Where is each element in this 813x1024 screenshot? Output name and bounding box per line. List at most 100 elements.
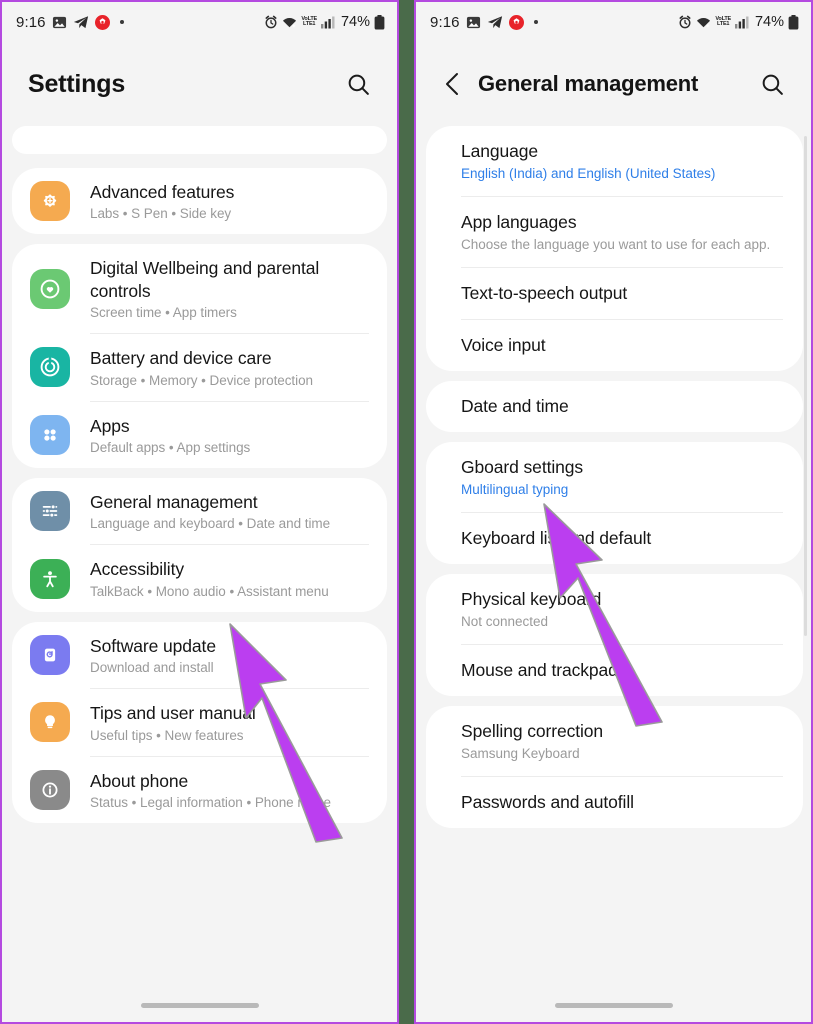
row-subtitle: Download and install bbox=[90, 660, 214, 676]
notification-dot bbox=[119, 20, 124, 24]
row-subtitle: Language and keyboard • Date and time bbox=[90, 516, 331, 532]
row-title: Tips and user manual bbox=[90, 703, 256, 724]
row-title: About phone bbox=[90, 770, 189, 791]
row-title: Passwords and autofill bbox=[461, 792, 634, 812]
status-bar-left-icons: 9:16 bbox=[16, 14, 124, 31]
row-title: Voice input bbox=[461, 335, 546, 355]
row-subtitle: Screen time • App timers bbox=[90, 305, 237, 321]
left-phone-screen: 9:16 VoLTE LTE1 74% Settings Advanced fe… bbox=[0, 0, 399, 1024]
search-icon[interactable] bbox=[341, 67, 375, 101]
right-phone-screen: 9:16 VoLTE LTE1 74% General management L… bbox=[414, 0, 813, 1024]
row-subtitle: Status • Legal information • Phone name bbox=[90, 794, 331, 810]
settings-row-accessibility[interactable]: Accessibility TalkBack • Mono audio • As… bbox=[12, 545, 387, 611]
settings-row-battery-device-care[interactable]: Battery and device care Storage • Memory… bbox=[12, 334, 387, 400]
partial-card-top bbox=[12, 126, 387, 154]
signal-icon bbox=[320, 16, 335, 29]
gm-row-voice-input[interactable]: Voice input bbox=[426, 320, 803, 371]
page-title: General management bbox=[478, 71, 699, 96]
status-bar-right-icons: VoLTE LTE1 74% bbox=[678, 14, 799, 30]
battery-percent: 74% bbox=[340, 14, 370, 30]
row-title: Apps bbox=[90, 415, 130, 436]
left-header: Settings bbox=[2, 42, 397, 126]
row-title: Gboard settings bbox=[461, 457, 584, 477]
volte-icon: VoLTE LTE1 bbox=[715, 16, 731, 28]
software-update-icon bbox=[30, 634, 70, 675]
accessibility-icon bbox=[30, 558, 70, 599]
status-bar-left: 9:16 VoLTE LTE1 74% bbox=[2, 2, 397, 42]
row-subtitle: Default apps • App settings bbox=[90, 439, 251, 455]
row-subtitle: Choose the language you want to use for … bbox=[461, 237, 771, 252]
gm-card-datetime: Date and time bbox=[426, 381, 803, 432]
battery-icon bbox=[374, 14, 385, 30]
battery-icon bbox=[788, 14, 799, 30]
row-subtitle: Storage • Memory • Device protection bbox=[90, 372, 313, 388]
gm-row-spelling-correction[interactable]: Spelling correction Samsung Keyboard bbox=[426, 706, 803, 776]
settings-row-about-phone[interactable]: About phone Status • Legal information •… bbox=[12, 757, 387, 823]
signal-icon bbox=[734, 16, 749, 29]
home-indicator-left[interactable] bbox=[140, 1003, 259, 1008]
gm-row-app-languages[interactable]: App languages Choose the language you wa… bbox=[426, 197, 803, 267]
status-time: 9:16 bbox=[16, 13, 46, 31]
row-title: Mouse and trackpad bbox=[461, 660, 618, 680]
alarm-icon bbox=[264, 15, 278, 29]
row-title: Advanced features bbox=[90, 182, 235, 202]
gm-card-spelling: Spelling correction Samsung Keyboard Pas… bbox=[426, 706, 803, 828]
info-icon bbox=[30, 769, 70, 810]
row-title: Physical keyboard bbox=[461, 589, 602, 609]
row-title: Accessibility bbox=[90, 559, 185, 580]
row-title: General management bbox=[90, 491, 258, 512]
gallery-icon bbox=[466, 15, 481, 30]
notification-dot bbox=[533, 20, 538, 24]
settings-row-digital-wellbeing[interactable]: Digital Wellbeing and parental controls … bbox=[12, 244, 387, 333]
apps-grid-icon bbox=[30, 414, 70, 455]
volte-icon: VoLTE LTE1 bbox=[301, 16, 317, 28]
back-arrow-icon[interactable] bbox=[438, 71, 468, 97]
gm-row-gboard-settings[interactable]: Gboard settings Multilingual typing bbox=[426, 442, 803, 512]
status-bar-right: 9:16 VoLTE LTE1 74% bbox=[416, 2, 811, 42]
row-subtitle: English (India) and English (United Stat… bbox=[461, 166, 716, 181]
row-title: Digital Wellbeing and parental controls bbox=[90, 258, 320, 301]
general-management-list[interactable]: Language English (India) and English (Un… bbox=[416, 126, 811, 1022]
app-notification-icon bbox=[94, 14, 110, 30]
gm-card-keyboard: Gboard settings Multilingual typing Keyb… bbox=[426, 442, 803, 564]
left-settings-list[interactable]: Advanced features Labs • S Pen • Side ke… bbox=[2, 126, 397, 1022]
settings-row-advanced-features[interactable]: Advanced features Labs • S Pen • Side ke… bbox=[12, 168, 387, 234]
row-title: Text-to-speech output bbox=[461, 283, 628, 303]
row-subtitle: Useful tips • New features bbox=[90, 727, 244, 743]
status-bar-left-icons: 9:16 bbox=[430, 14, 538, 31]
lightbulb-icon bbox=[30, 702, 70, 743]
status-bar-right-icons: VoLTE LTE1 74% bbox=[264, 14, 385, 30]
gm-row-passwords-autofill[interactable]: Passwords and autofill bbox=[426, 777, 803, 828]
row-title: App languages bbox=[461, 212, 577, 232]
app-notification-icon bbox=[508, 14, 524, 30]
row-subtitle: Samsung Keyboard bbox=[461, 746, 580, 761]
gm-row-language[interactable]: Language English (India) and English (Un… bbox=[426, 126, 803, 196]
gm-row-physical-keyboard[interactable]: Physical keyboard Not connected bbox=[426, 574, 803, 644]
search-icon[interactable] bbox=[755, 67, 789, 101]
volte-label-bottom: LTE1 bbox=[303, 21, 316, 27]
row-title: Language bbox=[461, 141, 539, 161]
vertical-scrollbar[interactable] bbox=[804, 136, 807, 636]
settings-row-tips-user-manual[interactable]: Tips and user manual Useful tips • New f… bbox=[12, 689, 387, 755]
gm-row-keyboard-list-default[interactable]: Keyboard list and default bbox=[426, 513, 803, 564]
gear-icon bbox=[30, 181, 70, 222]
screenshot-stage: 9:16 VoLTE LTE1 74% Settings Advanced fe… bbox=[0, 0, 813, 1024]
alarm-icon bbox=[678, 15, 692, 29]
settings-card-general: General management Language and keyboard… bbox=[12, 477, 387, 612]
row-title: Software update bbox=[90, 635, 216, 656]
gm-row-date-and-time[interactable]: Date and time bbox=[426, 381, 803, 432]
gm-row-tts-output[interactable]: Text-to-speech output bbox=[426, 268, 803, 319]
battery-percent: 74% bbox=[754, 14, 784, 30]
home-indicator-right[interactable] bbox=[554, 1003, 673, 1008]
settings-row-general-management[interactable]: General management Language and keyboard… bbox=[12, 478, 387, 544]
settings-row-apps[interactable]: Apps Default apps • App settings bbox=[12, 402, 387, 468]
wifi-icon bbox=[696, 16, 711, 29]
settings-row-software-update[interactable]: Software update Download and install bbox=[12, 622, 387, 688]
telegram-icon bbox=[73, 15, 89, 30]
right-header: General management bbox=[416, 42, 811, 126]
row-subtitle: Not connected bbox=[461, 614, 549, 629]
row-title: Date and time bbox=[461, 396, 569, 416]
gallery-icon bbox=[52, 15, 67, 30]
row-title: Keyboard list and default bbox=[461, 528, 652, 548]
gm-row-mouse-trackpad[interactable]: Mouse and trackpad bbox=[426, 645, 803, 696]
